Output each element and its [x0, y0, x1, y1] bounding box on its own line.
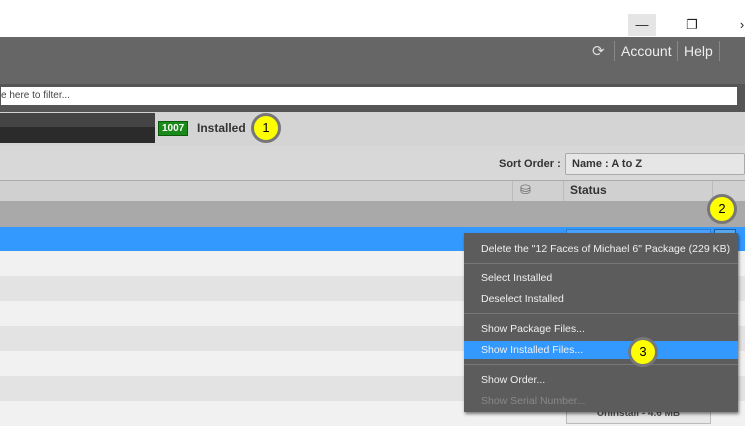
menu-item-delete[interactable]: Delete the "12 Faces of Michael 6" Packa…: [464, 240, 738, 258]
sort-order-select[interactable]: Name : A to Z: [565, 153, 745, 175]
tab-available[interactable]: [0, 113, 155, 143]
menu-item-select-installed[interactable]: Select Installed: [464, 269, 738, 287]
menu-item-show-serial-number: Show Serial Number...: [481, 395, 586, 407]
menu-item-deselect-installed[interactable]: Deselect Installed: [464, 290, 738, 308]
restore-button[interactable]: ❐: [678, 14, 706, 36]
help-link[interactable]: Help: [677, 41, 720, 61]
group-row: [0, 201, 745, 227]
database-icon: ⛁: [520, 182, 531, 197]
minimize-button[interactable]: —: [628, 14, 656, 36]
annotation-badge-3: 3: [628, 337, 658, 367]
context-menu: Delete the "12 Faces of Michael 6" Packa…: [464, 233, 738, 412]
account-link[interactable]: Account: [614, 41, 678, 61]
top-bar: ⟳ Account Help: [0, 37, 745, 84]
annotation-badge-2: 2: [707, 194, 737, 224]
status-column-header[interactable]: Status: [570, 183, 607, 197]
sort-label: Sort Order :: [499, 158, 561, 170]
tab-installed[interactable]: Installed: [197, 121, 246, 135]
column-header: ⛁: [0, 180, 745, 201]
annotation-badge-1: 1: [251, 113, 281, 143]
menu-item-show-package-files[interactable]: Show Package Files...: [464, 320, 738, 338]
close-button[interactable]: ›: [728, 14, 745, 36]
filter-input[interactable]: e here to filter...: [0, 86, 738, 106]
installed-count-badge: 1007: [158, 121, 189, 136]
menu-item-show-order[interactable]: Show Order...: [464, 371, 738, 389]
menu-item-show-installed-files[interactable]: Show Installed Files...: [464, 341, 738, 359]
sync-icon[interactable]: ⟳: [592, 42, 605, 60]
